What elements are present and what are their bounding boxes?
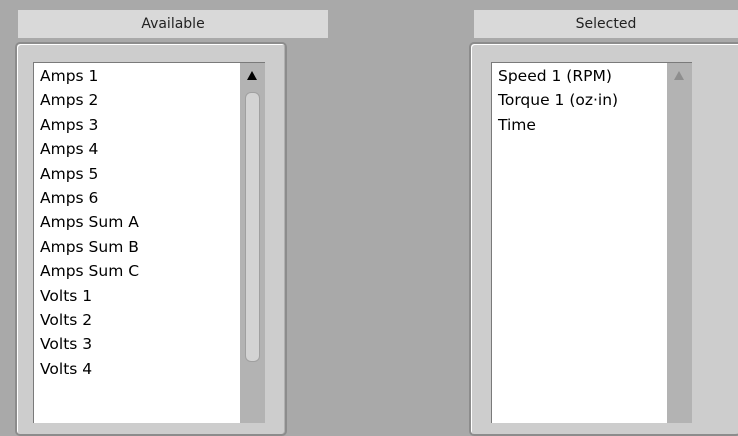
list-item[interactable]: Amps 2 xyxy=(40,88,240,112)
list-item[interactable]: Volts 2 xyxy=(40,308,240,332)
list-item[interactable]: Volts 4 xyxy=(40,357,240,381)
available-listbox[interactable]: Amps 1 Amps 2 Amps 3 Amps 4 Amps 5 Amps … xyxy=(33,62,240,423)
selected-scrollbar[interactable] xyxy=(667,62,692,423)
list-item[interactable]: Volts 3 xyxy=(40,332,240,356)
list-item[interactable]: Amps Sum A xyxy=(40,210,240,234)
list-item[interactable]: Amps Sum C xyxy=(40,259,240,283)
list-item[interactable]: Torque 1 (oz·in) xyxy=(498,88,667,112)
selected-listbox[interactable]: Speed 1 (RPM) Torque 1 (oz·in) Time xyxy=(491,62,667,423)
available-header: Available xyxy=(18,10,328,38)
list-item[interactable]: Amps Sum B xyxy=(40,235,240,259)
scroll-up-arrow-icon[interactable] xyxy=(247,71,257,80)
selected-header: Selected xyxy=(474,10,738,38)
scroll-up-arrow-icon[interactable] xyxy=(674,71,684,80)
list-item[interactable]: Amps 3 xyxy=(40,113,240,137)
available-scrollbar[interactable] xyxy=(240,62,265,423)
list-item[interactable]: Amps 4 xyxy=(40,137,240,161)
list-item[interactable]: Time xyxy=(498,113,667,137)
scrollbar-thumb[interactable] xyxy=(245,92,260,362)
list-item[interactable]: Volts 1 xyxy=(40,284,240,308)
list-item[interactable]: Amps 6 xyxy=(40,186,240,210)
list-item[interactable]: Speed 1 (RPM) xyxy=(498,64,667,88)
list-item[interactable]: Amps 5 xyxy=(40,162,240,186)
list-item[interactable]: Amps 1 xyxy=(40,64,240,88)
